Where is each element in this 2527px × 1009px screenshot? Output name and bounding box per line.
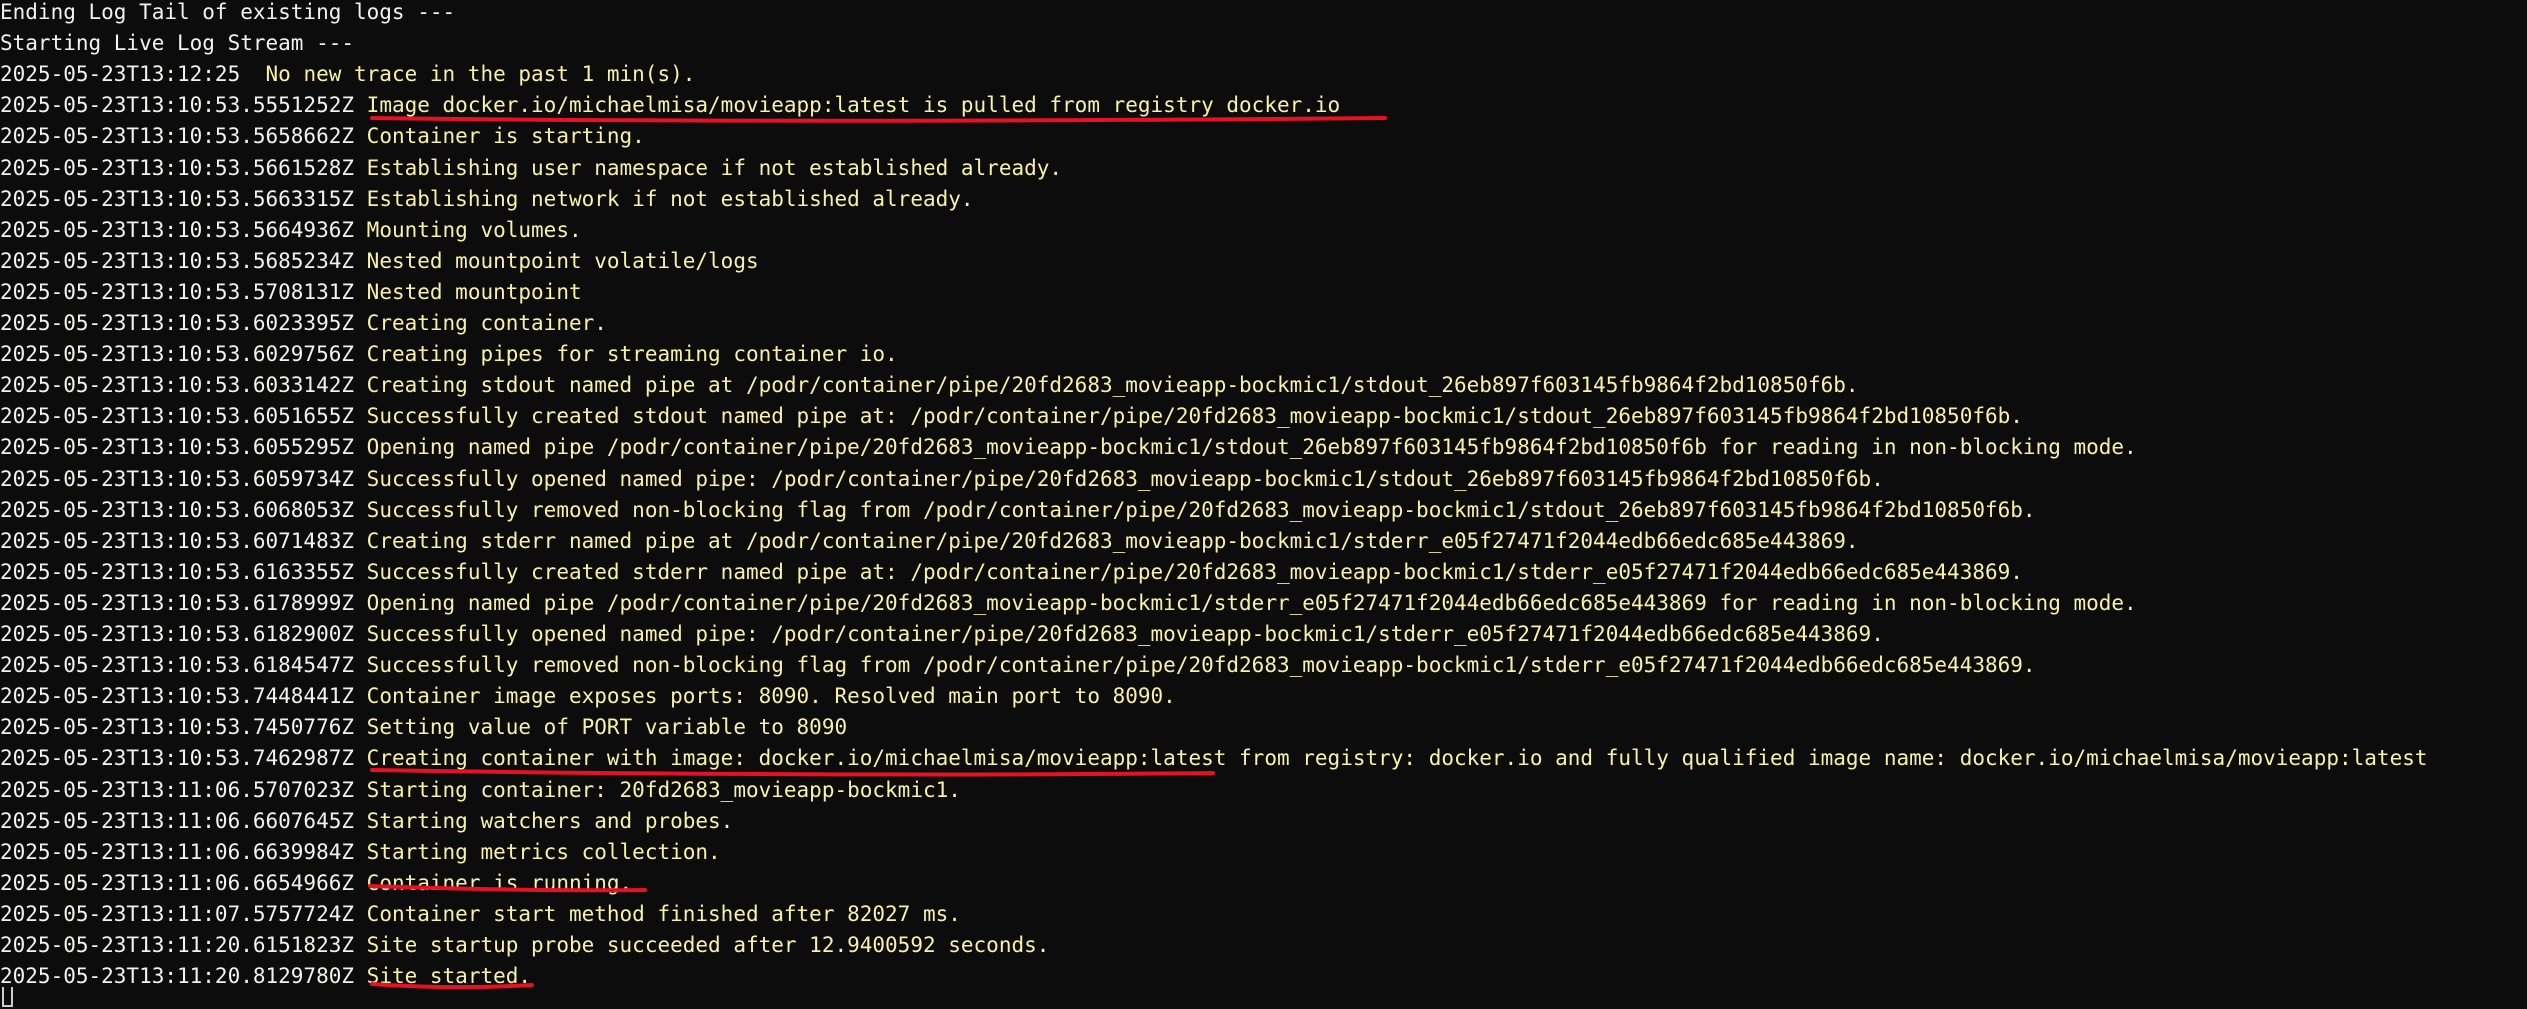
- log-line: 2025-05-23T13:10:53.5708131Z Nested moun…: [0, 277, 2527, 308]
- log-timestamp: 2025-05-23T13:10:53.6055295Z: [0, 435, 355, 460]
- log-timestamp: 2025-05-23T13:10:53.5658662Z: [0, 124, 355, 149]
- log-timestamp: 2025-05-23T13:10:53.6163355Z: [0, 559, 355, 584]
- log-message: Container start method finished after 82…: [366, 901, 961, 926]
- log-timestamp: 2025-05-23T13:11:06.6654966Z: [0, 870, 355, 895]
- log-line: 2025-05-23T13:10:53.7450776Z Setting val…: [0, 712, 2527, 743]
- log-line: 2025-05-23T13:10:53.5658662Z Container i…: [0, 121, 2527, 152]
- log-line: 2025-05-23T13:10:53.5663315Z Establishin…: [0, 184, 2527, 215]
- log-timestamp: 2025-05-23T13:10:53.6059734Z: [0, 466, 355, 491]
- log-message: Creating stderr named pipe at /podr/cont…: [366, 528, 1859, 553]
- log-message: Container image exposes ports: 8090. Res…: [366, 684, 1176, 709]
- log-message: Establishing network if not established …: [366, 186, 974, 211]
- log-line: 2025-05-23T13:12:25 No new trace in the …: [0, 59, 2527, 90]
- log-message: Starting watchers and probes.: [366, 808, 734, 833]
- log-line: 2025-05-23T13:10:53.6071483Z Creating st…: [0, 526, 2527, 557]
- log-message: Creating stdout named pipe at /podr/cont…: [366, 373, 1859, 398]
- log-line: 2025-05-23T13:11:06.6639984Z Starting me…: [0, 837, 2527, 868]
- log-line: 2025-05-23T13:10:53.6182900Z Successfull…: [0, 619, 2527, 650]
- log-message: Container is starting.: [366, 124, 645, 149]
- log-timestamp: 2025-05-23T13:10:53.7450776Z: [0, 715, 355, 740]
- log-line: 2025-05-23T13:11:07.5757724Z Container s…: [0, 899, 2527, 930]
- log-message: Setting value of PORT variable to 8090: [366, 715, 848, 740]
- log-message: Successfully removed non-blocking flag f…: [366, 653, 2036, 678]
- log-message: Successfully opened named pipe: /podr/co…: [366, 466, 1884, 491]
- log-message: Site started.: [366, 964, 532, 989]
- log-message: Site startup probe succeeded after 12.94…: [366, 933, 1050, 957]
- log-timestamp: 2025-05-23T13:10:53.6184547Z: [0, 653, 355, 678]
- log-message: Successfully created stderr named pipe a…: [366, 559, 2023, 584]
- log-message: Container is running.: [366, 870, 633, 895]
- log-timestamp: 2025-05-23T13:11:06.6639984Z: [0, 839, 355, 864]
- log-timestamp: 2025-05-23T13:10:53.6178999Z: [0, 590, 355, 615]
- log-message: Starting metrics collection.: [366, 839, 721, 864]
- terminal-window[interactable]: Ending Log Tail of existing logs --- Star…: [0, 0, 2527, 1009]
- log-message: Creating container.: [366, 311, 607, 335]
- terminal-cursor: [2, 987, 13, 1007]
- log-line: 2025-05-23T13:11:20.6151823Z Site startu…: [0, 930, 2527, 961]
- log-line: 2025-05-23T13:10:53.6068053Z Successfull…: [0, 495, 2527, 526]
- log-message: Mounting volumes.: [366, 217, 582, 242]
- log-line: 2025-05-23T13:10:53.5664936Z Mounting vo…: [0, 215, 2527, 246]
- log-line: 2025-05-23T13:10:53.6163355Z Successfull…: [0, 557, 2527, 588]
- log-timestamp: 2025-05-23T13:10:53.6023395Z: [0, 311, 355, 335]
- log-timestamp: 2025-05-23T13:10:53.5664936Z: [0, 217, 355, 242]
- log-line: 2025-05-23T13:10:53.7448441Z Container i…: [0, 681, 2527, 712]
- log-line: 2025-05-23T13:10:53.6184547Z Successfull…: [0, 650, 2527, 681]
- log-timestamp: 2025-05-23T13:11:06.6607645Z: [0, 808, 355, 833]
- log-line: 2025-05-23T13:10:53.5551252Z Image docke…: [0, 90, 2527, 121]
- log-line: 2025-05-23T13:11:20.8129780Z Site starte…: [0, 961, 2527, 992]
- log-timestamp: 2025-05-23T13:10:53.5685234Z: [0, 248, 355, 273]
- log-line: 2025-05-23T13:10:53.6033142Z Creating st…: [0, 370, 2527, 401]
- log-message: Creating container with image: docker.io…: [366, 746, 2428, 771]
- log-line: 2025-05-23T13:10:53.6051655Z Successfull…: [0, 401, 2527, 432]
- log-timestamp: 2025-05-23T13:10:53.6182900Z: [0, 622, 355, 646]
- log-line: 2025-05-23T13:11:06.6607645Z Starting wa…: [0, 806, 2527, 837]
- log-line: 2025-05-23T13:10:53.5685234Z Nested moun…: [0, 246, 2527, 277]
- log-header-line: Starting Live Log Stream ---: [0, 31, 355, 56]
- log-message: Image docker.io/michaelmisa/movieapp:lat…: [366, 93, 1341, 118]
- log-message: Opening named pipe /podr/container/pipe/…: [366, 590, 2137, 615]
- log-timestamp: 2025-05-23T13:10:53.7448441Z: [0, 684, 355, 709]
- log-message: Starting container: 20fd2683_movieapp-bo…: [366, 777, 961, 802]
- log-timestamp: 2025-05-23T13:10:53.5551252Z: [0, 93, 355, 118]
- log-line: 2025-05-23T13:10:53.6178999Z Opening nam…: [0, 588, 2527, 619]
- log-timestamp: 2025-05-23T13:10:53.6033142Z: [0, 373, 355, 398]
- log-timestamp: 2025-05-23T13:10:53.7462987Z: [0, 746, 355, 771]
- log-message: Opening named pipe /podr/container/pipe/…: [366, 435, 2137, 460]
- log-timestamp: 2025-05-23T13:10:53.5661528Z: [0, 155, 355, 180]
- log-message: Creating pipes for streaming container i…: [366, 342, 898, 367]
- log-timestamp: 2025-05-23T13:10:53.5708131Z: [0, 279, 355, 304]
- log-message: Establishing user namespace if not estab…: [366, 155, 1063, 180]
- log-line: 2025-05-23T13:11:06.6654966Z Container i…: [0, 868, 2527, 899]
- log-timestamp: 2025-05-23T13:11:06.5707023Z: [0, 777, 355, 802]
- log-message: Successfully opened named pipe: /podr/co…: [366, 622, 1884, 646]
- log-timestamp: 2025-05-23T13:10:53.6051655Z: [0, 404, 355, 429]
- log-header-line: Ending Log Tail of existing logs ---: [0, 0, 456, 24]
- log-message: Successfully removed non-blocking flag f…: [366, 497, 2036, 522]
- log-message: Successfully created stdout named pipe a…: [366, 404, 2023, 429]
- log-line: 2025-05-23T13:10:53.6055295Z Opening nam…: [0, 432, 2527, 463]
- log-line: 2025-05-23T13:11:06.5707023Z Starting co…: [0, 775, 2527, 806]
- log-line: 2025-05-23T13:10:53.6023395Z Creating co…: [0, 308, 2527, 339]
- log-timestamp: 2025-05-23T13:11:20.8129780Z: [0, 964, 355, 989]
- log-timestamp: 2025-05-23T13:10:53.6071483Z: [0, 528, 355, 553]
- log-timestamp: 2025-05-23T13:11:20.6151823Z: [0, 933, 355, 957]
- log-line: 2025-05-23T13:10:53.6029756Z Creating pi…: [0, 339, 2527, 370]
- log-line: 2025-05-23T13:10:53.5661528Z Establishin…: [0, 153, 2527, 184]
- log-message: Nested mountpoint: [366, 279, 582, 304]
- log-message: No new trace in the past 1 min(s).: [265, 62, 696, 87]
- log-timestamp: 2025-05-23T13:12:25: [0, 62, 241, 87]
- log-line: 2025-05-23T13:10:53.6059734Z Successfull…: [0, 464, 2527, 495]
- log-message: Nested mountpoint volatile/logs: [366, 248, 759, 273]
- log-line: 2025-05-23T13:10:53.7462987Z Creating co…: [0, 743, 2527, 774]
- log-timestamp: 2025-05-23T13:10:53.6029756Z: [0, 342, 355, 367]
- log-timestamp: 2025-05-23T13:11:07.5757724Z: [0, 901, 355, 926]
- log-timestamp: 2025-05-23T13:10:53.5663315Z: [0, 186, 355, 211]
- log-timestamp: 2025-05-23T13:10:53.6068053Z: [0, 497, 355, 522]
